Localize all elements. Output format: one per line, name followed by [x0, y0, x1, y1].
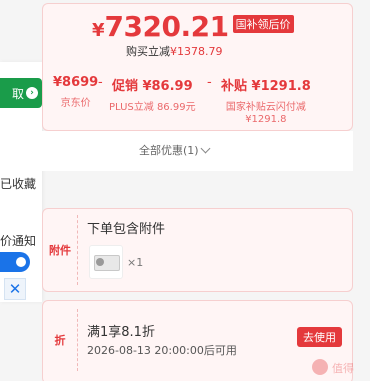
- instant-cut: 购买立减¥1378.79: [126, 43, 223, 59]
- subsidy-price-badge: 国补领后价: [232, 14, 294, 33]
- notify-toggle[interactable]: [0, 252, 30, 272]
- collect-label[interactable]: 已收藏: [0, 175, 36, 192]
- accessory-side-label: 附件: [49, 244, 71, 257]
- accessory-quantity: ×1: [127, 256, 144, 269]
- fan-icon: [96, 258, 104, 266]
- subsidy-item: 补贴 ¥1291.8 国家补贴云闪付减 ¥1291.8: [221, 75, 311, 125]
- promo-amount: 促销 ¥86.99: [111, 79, 193, 94]
- separator: -: [98, 75, 103, 90]
- page: 取 › 已收藏 价通知 ✕ ¥8699 京东价 - 促销 ¥86.99 PLUS…: [0, 0, 370, 381]
- arrow-right-circle-icon: ›: [26, 87, 38, 99]
- jd-price-label: 京东价: [60, 98, 91, 109]
- accessory-title: 下单包含附件: [87, 222, 166, 237]
- price-notify-label: 价通知: [0, 234, 37, 248]
- air-conditioner-unit-icon[interactable]: [89, 245, 123, 279]
- coupon-side-label: 折: [54, 334, 66, 347]
- jd-price-item: ¥8699 京东价: [53, 75, 98, 109]
- watermark-circle-icon: [312, 359, 328, 375]
- dashed-divider: [77, 309, 78, 371]
- subsidy-amount: 补贴 ¥1291.8: [221, 79, 311, 94]
- price-breakdown: ¥8699 京东价 - 促销 ¥86.99 PLUS立减 86.99元 - 补贴…: [43, 67, 354, 125]
- instant-cut-value: ¥1378.79: [170, 45, 223, 58]
- coupon-title: 满1享8.1折: [87, 325, 155, 340]
- watermark-logo: 值得: [312, 359, 364, 375]
- toggle-knob: [16, 257, 26, 267]
- watermark-text: 值得: [332, 362, 354, 375]
- claim-button-label: 取: [11, 86, 24, 101]
- use-coupon-button[interactable]: 去使用: [297, 327, 342, 347]
- dashed-divider: [77, 215, 78, 285]
- offers-section: 全部优惠(1): [42, 131, 353, 171]
- chevron-down-icon: [200, 143, 211, 153]
- jd-price-amount: ¥8699: [53, 75, 99, 90]
- promo-item: 促销 ¥86.99 PLUS立减 86.99元: [109, 75, 196, 113]
- all-offers-link[interactable]: 全部优惠(1): [139, 142, 211, 158]
- price-amount: 7320.21: [104, 10, 230, 43]
- close-icon[interactable]: ✕: [4, 278, 26, 300]
- all-offers-label: 全部优惠(1): [139, 144, 199, 157]
- instant-cut-label: 购买立减: [126, 45, 170, 58]
- separator: -: [207, 75, 212, 90]
- subsidy-label-line2: ¥1291.8: [245, 114, 287, 125]
- promo-label: PLUS立减 86.99元: [109, 102, 196, 113]
- coupon-valid-time: 2026-08-13 20:00:00后可用: [87, 344, 237, 357]
- currency-symbol: ¥: [92, 20, 105, 41]
- main-price: ¥ 7320.21 国补领后价: [92, 10, 294, 43]
- claim-button[interactable]: 取 ›: [0, 78, 42, 108]
- coupon-card: 折 满1享8.1折 2026-08-13 20:00:00后可用 去使用: [42, 300, 353, 381]
- subsidy-label-line1: 国家补贴云闪付减: [225, 102, 306, 113]
- accessory-card: 附件 下单包含附件 ×1: [42, 208, 353, 292]
